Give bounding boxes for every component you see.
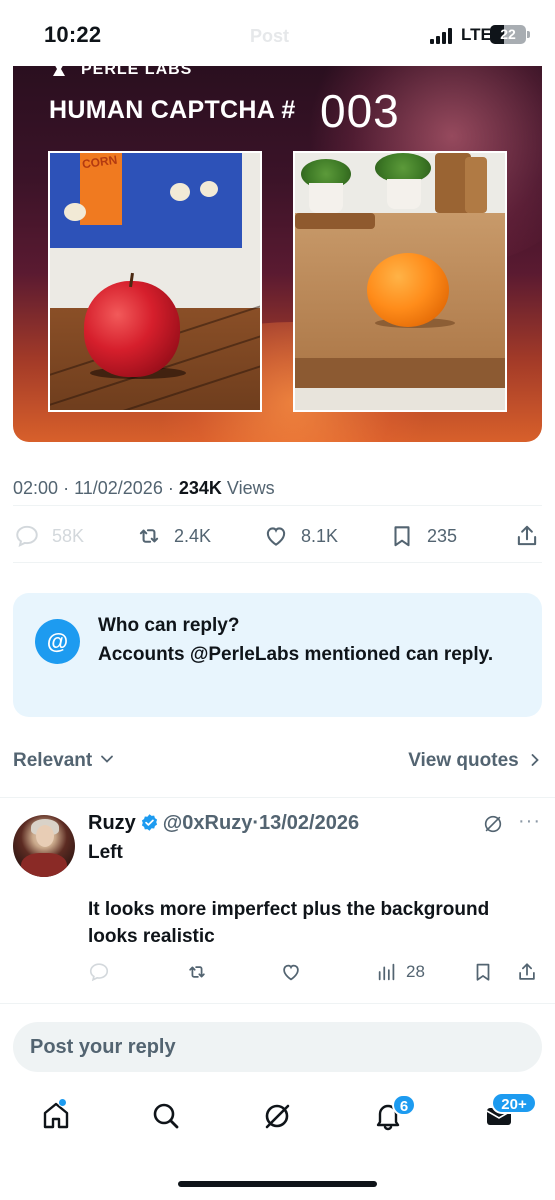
who-can-reply-notice: @ Who can reply? Accounts @PerleLabs men… bbox=[13, 593, 542, 717]
bookmark-icon bbox=[476, 963, 490, 981]
heart-icon bbox=[266, 527, 286, 546]
divider bbox=[13, 505, 542, 506]
messages-badge: 20+ bbox=[491, 1092, 537, 1114]
reply-icon bbox=[16, 525, 38, 547]
reply-author-name[interactable]: Ruzy bbox=[88, 812, 136, 834]
apple bbox=[84, 281, 180, 377]
bookmark-icon bbox=[394, 526, 410, 547]
share-icon bbox=[519, 963, 535, 980]
nav-grok[interactable] bbox=[257, 1096, 297, 1136]
reply-icon bbox=[89, 963, 109, 982]
reply-author-handle[interactable]: @0xRuzy bbox=[163, 812, 253, 834]
orange bbox=[367, 253, 449, 327]
like-count: 8.1K bbox=[301, 525, 339, 546]
post-actions: 58K 2.4K 8.1K 235 bbox=[0, 518, 555, 558]
reply-date: 13/02/2026 bbox=[259, 812, 360, 834]
search-icon bbox=[153, 1103, 179, 1129]
analytics-icon bbox=[378, 963, 395, 981]
who-can-reply-title: Who can reply? bbox=[98, 615, 240, 636]
screen-title-faded: Post bbox=[250, 26, 290, 46]
verified-badge-icon bbox=[141, 814, 157, 831]
divider bbox=[13, 562, 542, 563]
divider bbox=[0, 1003, 555, 1004]
reply-share-button[interactable] bbox=[516, 958, 546, 986]
popcorn-poster: CORN bbox=[50, 153, 242, 248]
grok-icon bbox=[265, 1104, 290, 1129]
post-time: 02:00 bbox=[13, 478, 59, 498]
bottom-nav: 6 20+ bbox=[0, 1086, 555, 1146]
share-button[interactable] bbox=[514, 518, 552, 554]
reply-text-line1: Left bbox=[88, 842, 123, 863]
home-notification-dot bbox=[58, 1098, 67, 1107]
bookmark-count: 235 bbox=[427, 525, 458, 546]
brand-name: PERLE LABS bbox=[81, 66, 193, 78]
reply-text-line2: It looks more imperfect plus the backgro… bbox=[88, 899, 490, 947]
post-media[interactable]: PERLE LABS HUMAN CAPTCHA # 003 CORN bbox=[13, 66, 542, 442]
views-label[interactable]: Views bbox=[227, 478, 275, 498]
sort-dropdown[interactable]: Relevant bbox=[13, 750, 114, 772]
heart-icon bbox=[283, 964, 299, 981]
home-icon bbox=[43, 1102, 69, 1129]
reply-bookmark-button[interactable] bbox=[472, 958, 502, 986]
like-button[interactable]: 8.1K bbox=[263, 518, 338, 554]
views-count: 234K bbox=[178, 478, 222, 498]
chevron-right-icon bbox=[531, 754, 539, 766]
repost-button[interactable]: 2.4K bbox=[136, 518, 211, 554]
reply-input[interactable]: Post your reply bbox=[13, 1022, 542, 1072]
perle-logo-icon bbox=[53, 66, 65, 76]
reply-count: 58K bbox=[52, 525, 85, 546]
mention-icon: @ bbox=[35, 619, 80, 664]
post-date: 11/02/2026 bbox=[74, 478, 163, 498]
reply-reply-button[interactable] bbox=[88, 958, 118, 986]
reply-views-button[interactable]: 28 bbox=[376, 958, 425, 986]
reply-button[interactable]: 58K bbox=[14, 518, 84, 554]
brand-row: PERLE LABS bbox=[51, 66, 251, 80]
repost-icon bbox=[139, 529, 159, 543]
home-indicator bbox=[178, 1181, 377, 1187]
signal-icon bbox=[430, 28, 454, 44]
network-type: LTE bbox=[461, 25, 492, 44]
notifications-badge: 6 bbox=[392, 1094, 416, 1116]
sort-label: Relevant bbox=[13, 750, 93, 771]
view-quotes-label: View quotes bbox=[408, 750, 519, 771]
repost-count: 2.4K bbox=[174, 525, 212, 546]
reply-like-button[interactable] bbox=[280, 958, 310, 986]
more-options-icon[interactable]: ··· bbox=[518, 810, 541, 833]
replies-sort-row: Relevant View quotes bbox=[13, 750, 542, 780]
status-time: 10:22 bbox=[44, 22, 102, 47]
reply-header: Ruzy @0xRuzy·13/02/2026 bbox=[88, 812, 360, 834]
bookmark-button[interactable]: 235 bbox=[389, 518, 457, 554]
battery-level: 22 bbox=[500, 26, 516, 42]
battery-nub bbox=[527, 31, 530, 38]
repost-icon bbox=[189, 966, 205, 978]
captcha-title: HUMAN CAPTCHA # bbox=[49, 96, 296, 124]
nav-notifications[interactable]: 6 bbox=[368, 1094, 416, 1136]
nav-home[interactable] bbox=[36, 1096, 76, 1136]
divider bbox=[0, 797, 555, 798]
who-can-reply-description: Accounts @PerleLabs mentioned can reply. bbox=[98, 644, 494, 665]
apple-photo[interactable]: CORN bbox=[48, 151, 262, 412]
status-bar: 10:22 Post LTE 22 bbox=[0, 0, 555, 66]
view-quotes-link[interactable]: View quotes bbox=[408, 750, 542, 772]
battery-icon: 22 bbox=[490, 25, 526, 44]
reply-actions: 28 bbox=[0, 958, 555, 988]
nav-search[interactable] bbox=[146, 1096, 186, 1136]
grok-icon[interactable] bbox=[482, 813, 504, 835]
share-icon bbox=[517, 525, 537, 546]
avatar[interactable] bbox=[13, 815, 75, 877]
reply-repost-button[interactable] bbox=[186, 958, 216, 986]
orange-photo[interactable] bbox=[293, 151, 507, 412]
chevron-down-icon bbox=[101, 755, 114, 763]
reply-views-count: 28 bbox=[406, 962, 425, 981]
captcha-number: 003 bbox=[320, 85, 400, 137]
nav-messages[interactable]: 20+ bbox=[479, 1092, 537, 1136]
post-meta: 02:00 · 11/02/2026 · 234K Views bbox=[13, 478, 275, 498]
